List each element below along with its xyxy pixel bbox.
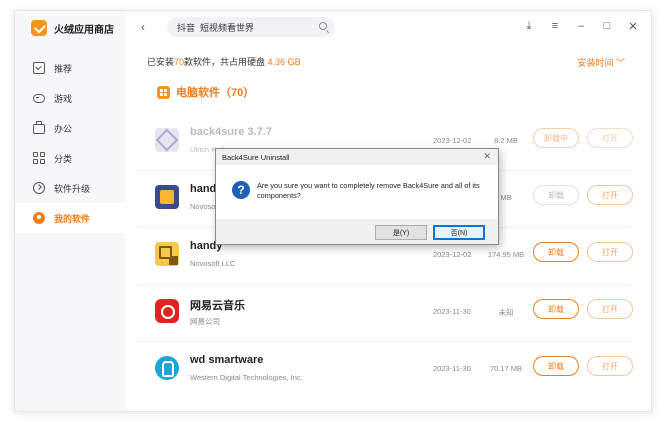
netease-music-app-icon bbox=[155, 299, 179, 323]
recommend-icon bbox=[33, 62, 45, 74]
briefcase-icon bbox=[33, 121, 45, 134]
install-date: 2023-11-30 bbox=[433, 364, 471, 373]
install-date: 2023-12-02 bbox=[433, 250, 472, 259]
close-icon[interactable]: ✕ bbox=[627, 20, 639, 33]
uninstall-button[interactable]: 卸载 bbox=[533, 356, 579, 376]
gamepad-icon bbox=[33, 93, 45, 103]
dialog-close-icon[interactable]: ✕ bbox=[483, 151, 491, 162]
dialog-title: Back4Sure Uninstall bbox=[222, 153, 290, 162]
app-size: 8.2 MB bbox=[494, 136, 518, 145]
list-item: 网易云音乐 网易公司 2023-11-30 未知 卸载 打开 bbox=[137, 285, 633, 342]
open-button[interactable]: 打开 bbox=[587, 356, 633, 376]
my-software-icon bbox=[33, 212, 45, 224]
uninstall-button[interactable]: 卸载 bbox=[533, 185, 579, 205]
sort-dropdown[interactable]: 安装时间 ﹀ bbox=[577, 56, 625, 69]
open-button[interactable]: 打开 bbox=[587, 242, 633, 262]
search-icon[interactable] bbox=[319, 22, 327, 30]
sidebar-item-categories[interactable]: 分类 bbox=[15, 143, 125, 173]
open-button[interactable]: 打开 bbox=[587, 299, 633, 319]
minimize-icon[interactable]: – bbox=[575, 20, 587, 33]
app-name: back4sure 3.7.7 bbox=[190, 126, 272, 138]
sidebar-item-label: 游戏 bbox=[54, 93, 73, 104]
install-summary: 已安装70款软件，共占用硬盘 4.36 GB bbox=[147, 57, 301, 67]
app-name: 网易云音乐 bbox=[190, 300, 245, 312]
app-logo: 火绒应用商店 bbox=[31, 20, 114, 36]
sidebar-nav: 推荐 游戏 办公 分类 软件升级 我的软件 bbox=[15, 53, 125, 233]
sidebar-item-label: 推荐 bbox=[54, 63, 73, 74]
sidebar-item-recommend[interactable]: 推荐 bbox=[15, 53, 125, 83]
sidebar-item-label: 分类 bbox=[54, 153, 73, 164]
uninstall-button[interactable]: 卸载 bbox=[533, 299, 579, 319]
upgrade-icon bbox=[33, 182, 45, 194]
install-date: 2023-12-02 bbox=[433, 136, 472, 145]
section-title: 电脑软件（70） bbox=[176, 87, 255, 99]
back-arrow-icon[interactable]: ‹ bbox=[141, 20, 145, 34]
pc-software-icon bbox=[157, 85, 170, 99]
disk-usage: 4.36 GB bbox=[267, 57, 301, 67]
search-input[interactable] bbox=[177, 22, 307, 32]
app-size: 70.17 MB bbox=[489, 364, 523, 373]
app-size: 174.95 MB bbox=[487, 250, 525, 259]
sidebar-item-label: 办公 bbox=[54, 123, 73, 134]
sidebar-item-label: 我的软件 bbox=[54, 213, 91, 224]
app-vendor: Western Digital Technologies, Inc. bbox=[190, 373, 303, 382]
uninstall-button[interactable]: 卸载中 bbox=[533, 128, 579, 148]
window-controls: ⤓ ≡ – □ ✕ bbox=[523, 20, 639, 33]
dialog-body: ? Are you sure you want to completely re… bbox=[216, 165, 498, 219]
list-item: wd smartware Western Digital Technologie… bbox=[137, 342, 633, 399]
sidebar-item-upgrade[interactable]: 软件升级 bbox=[15, 173, 125, 203]
wd-smartware-app-icon bbox=[155, 356, 179, 380]
install-date: 2023-11-30 bbox=[433, 307, 471, 316]
question-icon: ? bbox=[232, 181, 250, 199]
no-button[interactable]: 否(N) bbox=[433, 225, 485, 240]
app-vendor: Novosoft LLC bbox=[190, 259, 236, 268]
installed-count: 70 bbox=[174, 57, 185, 67]
app-name: wd smartware bbox=[190, 354, 264, 366]
sidebar-item-my-software[interactable]: 我的软件 bbox=[15, 203, 125, 233]
handy-llc-app-icon bbox=[155, 242, 179, 266]
handy-app-icon bbox=[155, 185, 179, 209]
download-icon[interactable]: ⤓ bbox=[523, 20, 535, 33]
app-size: 未知 bbox=[498, 308, 514, 317]
sidebar: 火绒应用商店 推荐 游戏 办公 分类 软件升级 我的软件 bbox=[15, 11, 125, 411]
sidebar-item-office[interactable]: 办公 bbox=[15, 113, 125, 143]
menu-icon[interactable]: ≡ bbox=[549, 20, 561, 33]
dialog-message: Are you sure you want to completely remo… bbox=[257, 181, 480, 200]
sidebar-item-games[interactable]: 游戏 bbox=[15, 83, 125, 113]
yes-button[interactable]: 是(Y) bbox=[375, 225, 427, 240]
maximize-icon[interactable]: □ bbox=[601, 20, 613, 33]
category-grid-icon bbox=[33, 152, 45, 164]
search-box[interactable] bbox=[167, 17, 335, 37]
app-title: 火绒应用商店 bbox=[54, 24, 114, 36]
top-bar: ‹ ⤓ ≡ – □ ✕ bbox=[125, 11, 651, 45]
open-button[interactable]: 打开 bbox=[587, 128, 633, 148]
app-vendor: 网易公司 bbox=[190, 317, 220, 326]
section-header: 电脑软件（70） bbox=[157, 84, 254, 100]
back4sure-app-icon bbox=[155, 128, 179, 152]
store-logo-icon bbox=[31, 20, 47, 36]
sidebar-item-label: 软件升级 bbox=[54, 183, 91, 194]
uninstall-dialog: Back4Sure Uninstall ✕ ? Are you sure you… bbox=[215, 148, 499, 245]
uninstall-button[interactable]: 卸载 bbox=[533, 242, 579, 262]
open-button[interactable]: 打开 bbox=[587, 185, 633, 205]
